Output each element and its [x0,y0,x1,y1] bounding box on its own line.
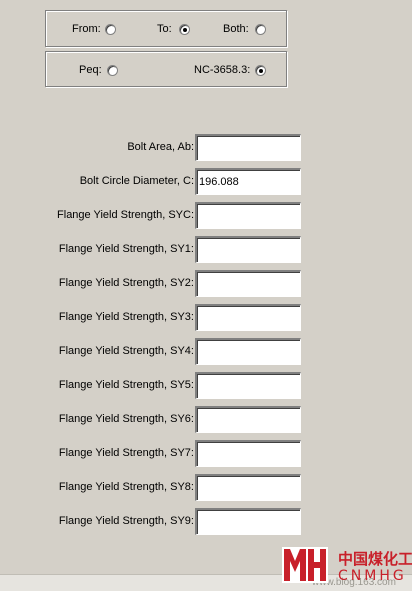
flange-yield-syc-input[interactable] [195,202,301,229]
from-label: From: [72,23,101,35]
bolt-circle-diameter-label: Bolt Circle Diameter, C: [79,175,194,187]
bolt-area-label: Bolt Area, Ab: [127,141,194,153]
nc-radio[interactable] [255,65,266,76]
to-label: To: [157,23,172,35]
flange-yield-sy3-label: Flange Yield Strength, SY3: [58,311,194,323]
flange-yield-sy9-input[interactable] [195,508,301,535]
logo-cn-text: 中国煤化工 [338,550,412,568]
flange-yield-sy1-input[interactable] [195,236,301,263]
flange-yield-sy6-label: Flange Yield Strength, SY6: [58,413,194,425]
nc-label: NC-3658.3: [194,64,251,76]
to-radio[interactable] [179,24,190,35]
both-label: Both: [223,23,249,35]
flange-yield-sy7-input[interactable] [195,440,301,467]
flange-yield-sy2-input[interactable] [195,270,301,297]
bolt-circle-diameter-input[interactable] [195,168,301,195]
flange-yield-sy6-input[interactable] [195,406,301,433]
flange-yield-syc-label: Flange Yield Strength, SYC: [57,209,194,221]
flange-yield-sy3-input[interactable] [195,304,301,331]
method-group: Peq: NC-3658.3: [45,51,287,87]
flange-yield-sy9-label: Flange Yield Strength, SY9: [58,515,194,527]
bolt-area-input[interactable] [195,134,301,161]
flange-yield-sy8-input[interactable] [195,474,301,501]
from-radio[interactable] [105,24,116,35]
peq-label: Peq: [79,64,102,76]
flange-yield-sy4-label: Flange Yield Strength, SY4: [58,345,194,357]
flange-yield-sy7-label: Flange Yield Strength, SY7: [58,447,194,459]
flange-yield-sy4-input[interactable] [195,338,301,365]
logo-en-text: CNMHG [338,568,407,584]
logo-mark-icon [282,547,328,583]
flange-yield-sy5-input[interactable] [195,372,301,399]
direction-group: From: To: Both: [45,10,287,47]
flange-yield-sy8-label: Flange Yield Strength, SY8: [58,481,194,493]
watermark-logo: 中国煤化工 CNMHG [280,545,412,585]
flange-yield-sy2-label: Flange Yield Strength, SY2: [58,277,194,289]
flange-yield-sy5-label: Flange Yield Strength, SY5: [58,379,194,391]
both-radio[interactable] [255,24,266,35]
peq-radio[interactable] [107,65,118,76]
flange-yield-sy1-label: Flange Yield Strength, SY1: [58,243,194,255]
